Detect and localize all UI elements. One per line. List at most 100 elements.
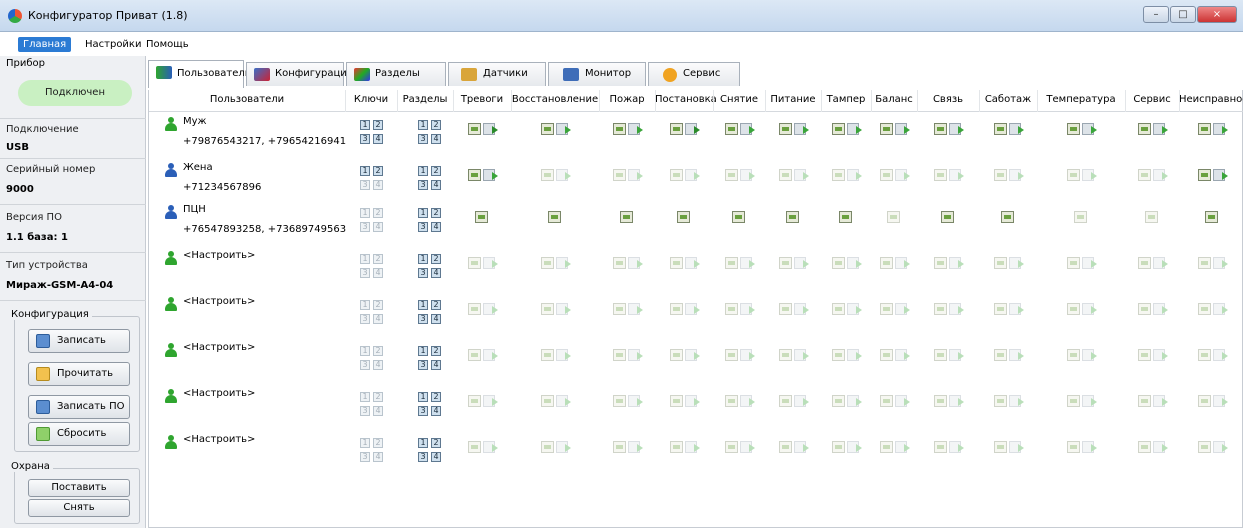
partition-checkbox[interactable]: 2 — [431, 254, 441, 264]
table-row[interactable]: <Настроить> 1 2 3 4 1 2 3 4 — [149, 430, 1243, 478]
event-notify-icon[interactable] — [1067, 167, 1097, 183]
partition-checkbox[interactable]: 4 — [431, 268, 441, 278]
event-notify-icon[interactable] — [994, 167, 1024, 183]
event-notify-icon[interactable] — [1074, 209, 1102, 225]
partition-checkbox[interactable]: 4 — [431, 134, 441, 144]
column-header[interactable]: Питание — [765, 94, 821, 105]
key-checkbox[interactable]: 4 — [373, 268, 383, 278]
partition-checkbox[interactable]: 2 — [431, 392, 441, 402]
key-checkbox[interactable]: 3 — [360, 406, 370, 416]
disarm-button[interactable]: Снять — [28, 499, 130, 517]
event-notify-icon[interactable] — [1138, 167, 1168, 183]
partition-checkbox[interactable]: 2 — [431, 120, 441, 130]
table-row[interactable]: Жена +71234567896 1 2 3 4 1 2 3 4 — [149, 158, 1243, 206]
tab-monitor[interactable]: Монитор — [548, 62, 646, 86]
event-notify-icon[interactable] — [1138, 439, 1168, 455]
tab-sensors[interactable]: Датчики — [448, 62, 546, 86]
event-notify-icon[interactable] — [725, 121, 755, 137]
key-checkbox[interactable]: 2 — [373, 438, 383, 448]
tab-partitions[interactable]: Разделы — [346, 62, 446, 86]
key-checkbox[interactable]: 4 — [373, 406, 383, 416]
event-notify-icon[interactable] — [732, 209, 760, 225]
key-checkbox[interactable]: 2 — [373, 346, 383, 356]
event-notify-icon[interactable] — [541, 301, 571, 317]
event-notify-icon[interactable] — [934, 121, 964, 137]
key-checkbox[interactable]: 2 — [373, 254, 383, 264]
event-notify-icon[interactable] — [832, 439, 862, 455]
event-notify-icon[interactable] — [613, 301, 643, 317]
partition-checkbox[interactable]: 2 — [431, 438, 441, 448]
key-checkbox[interactable]: 4 — [373, 360, 383, 370]
event-notify-icon[interactable] — [832, 301, 862, 317]
event-notify-icon[interactable] — [887, 209, 915, 225]
partition-checkbox[interactable]: 4 — [431, 452, 441, 462]
event-notify-icon[interactable] — [880, 121, 910, 137]
event-notify-icon[interactable] — [468, 255, 498, 271]
partition-checkbox[interactable]: 3 — [418, 268, 428, 278]
partition-checkbox[interactable]: 4 — [431, 360, 441, 370]
event-notify-icon[interactable] — [779, 439, 809, 455]
key-checkbox[interactable]: 2 — [373, 300, 383, 310]
partition-checkbox[interactable]: 1 — [418, 346, 428, 356]
event-notify-icon[interactable] — [779, 301, 809, 317]
event-notify-icon[interactable] — [1067, 347, 1097, 363]
key-checkbox[interactable]: 2 — [373, 392, 383, 402]
user-name[interactable]: <Настроить> — [183, 342, 255, 353]
event-notify-icon[interactable] — [541, 121, 571, 137]
user-name[interactable]: <Настроить> — [183, 388, 255, 399]
column-header[interactable]: Тампер — [821, 94, 871, 105]
key-checkbox[interactable]: 1 — [360, 346, 370, 356]
event-notify-icon[interactable] — [1138, 301, 1168, 317]
key-checkbox[interactable]: 1 — [360, 166, 370, 176]
event-notify-icon[interactable] — [541, 439, 571, 455]
column-header[interactable]: Сервис — [1125, 94, 1179, 105]
write-firmware-button[interactable]: Записать ПО — [28, 395, 130, 419]
event-notify-icon[interactable] — [468, 167, 498, 183]
column-header[interactable]: Ключи — [345, 94, 397, 105]
event-notify-icon[interactable] — [677, 209, 705, 225]
event-notify-icon[interactable] — [468, 121, 498, 137]
event-notify-icon[interactable] — [725, 393, 755, 409]
key-checkbox[interactable]: 3 — [360, 180, 370, 190]
partition-checkbox[interactable]: 1 — [418, 300, 428, 310]
key-checkbox[interactable]: 3 — [360, 268, 370, 278]
event-notify-icon[interactable] — [1197, 439, 1228, 455]
event-notify-icon[interactable] — [613, 255, 643, 271]
event-notify-icon[interactable] — [941, 209, 969, 225]
event-notify-icon[interactable] — [994, 439, 1024, 455]
column-header[interactable]: Саботаж — [979, 94, 1037, 105]
key-checkbox[interactable]: 3 — [360, 360, 370, 370]
column-header[interactable]: Пользователи — [149, 94, 345, 105]
table-row[interactable]: <Настроить> 1 2 3 4 1 2 3 4 — [149, 384, 1243, 432]
event-notify-icon[interactable] — [541, 393, 571, 409]
event-notify-icon[interactable] — [934, 439, 964, 455]
partition-checkbox[interactable]: 2 — [431, 300, 441, 310]
table-row[interactable]: <Настроить> 1 2 3 4 1 2 3 4 — [149, 338, 1243, 386]
event-notify-icon[interactable] — [994, 301, 1024, 317]
event-notify-icon[interactable] — [1197, 121, 1228, 137]
partition-checkbox[interactable]: 4 — [431, 180, 441, 190]
partition-checkbox[interactable]: 4 — [431, 222, 441, 232]
column-header[interactable]: Баланс — [871, 94, 917, 105]
key-checkbox[interactable]: 1 — [360, 392, 370, 402]
key-checkbox[interactable]: 1 — [360, 208, 370, 218]
key-checkbox[interactable]: 1 — [360, 254, 370, 264]
key-checkbox[interactable]: 3 — [360, 452, 370, 462]
event-notify-icon[interactable] — [725, 347, 755, 363]
column-header[interactable]: Связь — [917, 94, 979, 105]
partition-checkbox[interactable]: 1 — [418, 166, 428, 176]
event-notify-icon[interactable] — [832, 121, 862, 137]
event-notify-icon[interactable] — [725, 439, 755, 455]
event-notify-icon[interactable] — [468, 301, 498, 317]
menu-main[interactable]: Главная — [18, 37, 72, 52]
table-row[interactable]: ПЦН +76547893258, +73689749563 1 2 3 4 1 2 3 4 — [149, 200, 1243, 248]
event-notify-icon[interactable] — [1197, 347, 1228, 363]
event-notify-icon[interactable] — [934, 301, 964, 317]
event-notify-icon[interactable] — [1197, 167, 1228, 183]
event-notify-icon[interactable] — [670, 439, 700, 455]
table-row[interactable]: <Настроить> 1 2 3 4 1 2 3 4 — [149, 246, 1243, 294]
event-notify-icon[interactable] — [468, 439, 498, 455]
table-row[interactable]: <Настроить> 1 2 3 4 1 2 3 4 — [149, 292, 1243, 340]
event-notify-icon[interactable] — [541, 255, 571, 271]
key-checkbox[interactable]: 3 — [360, 314, 370, 324]
